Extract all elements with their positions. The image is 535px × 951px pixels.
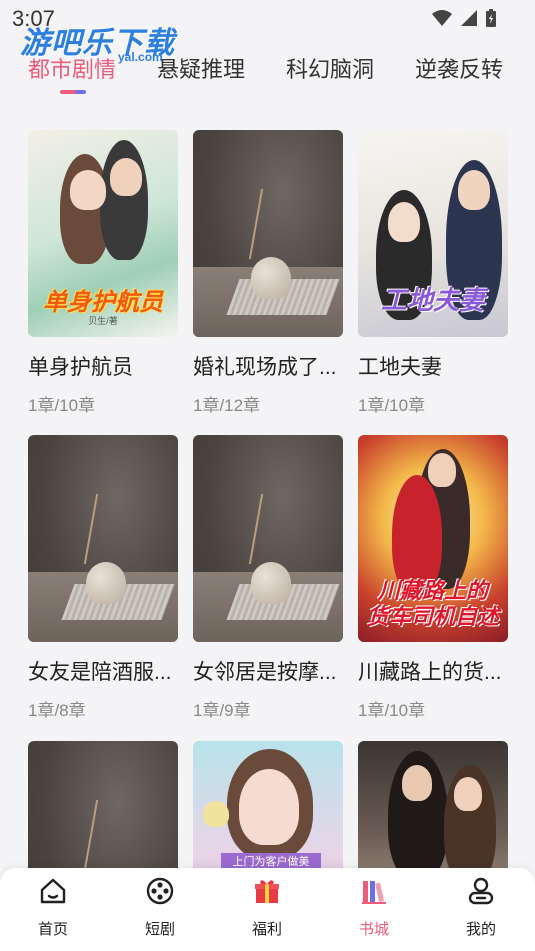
tab-scifi[interactable]: 科幻脑洞 xyxy=(286,52,374,84)
book-card[interactable]: 婚礼现场成了... 1章/12章 xyxy=(193,130,343,416)
nav-label: 书城 xyxy=(358,921,389,938)
book-card[interactable]: 女邻居是按摩... 1章/9章 xyxy=(193,435,343,721)
nav-label: 我的 xyxy=(465,921,496,938)
film-reel-icon xyxy=(146,877,174,905)
book-cover-placeholder[interactable] xyxy=(193,435,343,642)
book-card[interactable]: 女友是陪酒服... 1章/8章 xyxy=(28,435,178,721)
book-title: 单身护航员 xyxy=(28,356,133,379)
book-card[interactable]: 川藏路上的 货车司机自述 川藏路上的货... 1章/10章 xyxy=(358,435,508,721)
book-progress: 1章/10章 xyxy=(358,396,426,415)
tab-suspense[interactable]: 悬疑推理 xyxy=(157,52,245,84)
book-cover[interactable]: 工地夫妻 xyxy=(358,130,508,337)
book-title: 婚礼现场成了... xyxy=(193,356,337,379)
category-tabs: 都市剧情 悬疑推理 科幻脑洞 逆袭反转 xyxy=(0,52,535,92)
nav-item-welfare[interactable]: 福利 xyxy=(232,876,302,939)
home-icon xyxy=(40,878,66,904)
book-progress: 1章/10章 xyxy=(358,701,426,720)
nav-item-bookstore[interactable]: 书城 xyxy=(339,876,409,939)
cover-title: 工地夫妻 xyxy=(380,285,485,315)
book-title: 工地夫妻 xyxy=(358,356,442,379)
tab-comeback[interactable]: 逆袭反转 xyxy=(415,52,503,84)
book-progress: 1章/9章 xyxy=(193,701,251,720)
tab-indicator xyxy=(60,90,86,94)
cover-subtitle: 货车司机自述 xyxy=(366,604,499,629)
book-card[interactable]: 工地夫妻 工地夫妻 1章/10章 xyxy=(358,130,508,416)
book-card[interactable]: 单身护航员 贝生/著 单身护航员 1章/10章 xyxy=(28,130,178,416)
nav-label: 首页 xyxy=(37,921,68,938)
signal-icon xyxy=(461,10,477,26)
bottom-nav: 首页 短剧 福利 书城 我的 xyxy=(0,868,535,951)
cover-title: 单身护航员 xyxy=(43,289,163,316)
nav-label: 短剧 xyxy=(144,921,175,938)
bookshelf-icon xyxy=(362,881,386,904)
book-progress: 1章/10章 xyxy=(28,396,96,415)
book-title: 女邻居是按摩... xyxy=(193,661,337,684)
nav-item-short-drama[interactable]: 短剧 xyxy=(125,876,195,939)
book-title: 女友是陪酒服... xyxy=(28,661,172,684)
book-title: 川藏路上的货... xyxy=(358,661,502,684)
battery-icon xyxy=(486,9,496,27)
book-cover-placeholder[interactable] xyxy=(193,130,343,337)
tab-urban-drama[interactable]: 都市剧情 xyxy=(28,52,116,84)
book-cover-placeholder[interactable] xyxy=(28,435,178,642)
nav-item-home[interactable]: 首页 xyxy=(18,876,88,939)
gift-icon xyxy=(255,880,279,903)
profile-icon xyxy=(468,877,494,905)
book-progress: 1章/12章 xyxy=(193,396,261,415)
nav-item-mine[interactable]: 我的 xyxy=(446,876,516,939)
nav-label: 福利 xyxy=(251,921,282,938)
cover-author: 贝生/著 xyxy=(88,316,118,326)
book-progress: 1章/8章 xyxy=(28,701,86,720)
book-cover[interactable]: 单身护航员 贝生/著 xyxy=(28,130,178,337)
status-icons xyxy=(431,8,497,28)
wifi-icon xyxy=(432,10,452,26)
book-cover[interactable]: 川藏路上的 货车司机自述 xyxy=(358,435,508,642)
